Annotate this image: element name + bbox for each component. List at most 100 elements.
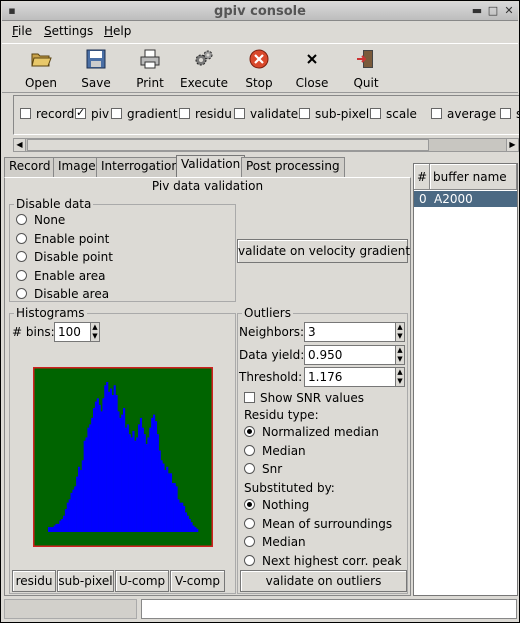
show-snr-label: Show SNR values [260, 391, 364, 405]
gradient-checkbox[interactable] [111, 108, 122, 119]
histogram-bar [119, 417, 122, 532]
buffer-col-number[interactable]: # [414, 164, 430, 190]
tab-record[interactable]: Record [4, 157, 56, 177]
open-button[interactable]: Open [14, 46, 68, 90]
scale-checkbox[interactable] [370, 108, 381, 119]
enable-point-radio[interactable]: Enable point [16, 232, 109, 246]
show-snr-checkbox-row[interactable]: Show SNR values [244, 391, 364, 405]
disable-area-radio[interactable]: Disable area [16, 287, 109, 301]
subst-nothing-radio[interactable]: Nothing [244, 498, 309, 512]
quit-button[interactable]: Quit [339, 46, 393, 90]
sub-pixel-checkbox[interactable] [299, 108, 310, 119]
data-yield-input[interactable]: 0.950 ▲ ▼ [304, 345, 405, 365]
scroll-right-arrow-icon[interactable]: ▶ [506, 139, 518, 151]
buffer-col-name[interactable]: buffer name [430, 164, 517, 190]
radio-subst-median-icon[interactable] [244, 536, 255, 547]
radio-nothing-icon[interactable] [244, 499, 255, 510]
menu-help[interactable]: Help [104, 24, 131, 38]
execute-button[interactable]: Execute [177, 46, 231, 90]
radio-enable-point-icon[interactable] [16, 233, 27, 244]
bins-stepper-icon[interactable]: ▲ ▼ [90, 322, 100, 342]
radio-enable-area-icon[interactable] [16, 270, 27, 281]
menu-settings[interactable]: Settings [44, 24, 93, 38]
radio-disable-area-icon[interactable] [16, 288, 27, 299]
histograms-frame: Histograms # bins: 100 ▲ ▼ residu sub-pixe… [9, 306, 236, 594]
option-average[interactable]: average [431, 107, 496, 121]
radio-mean-icon[interactable] [244, 518, 255, 529]
residu-normalized-median-radio[interactable]: Normalized median [244, 425, 379, 439]
neighbors-value: 3 [308, 325, 316, 339]
show-snr-checkbox[interactable] [244, 392, 255, 403]
close-button[interactable]: Close [285, 46, 339, 90]
scrollbar-thumb[interactable] [27, 139, 429, 151]
validate-outliers-button[interactable]: validate on outliers [240, 570, 407, 592]
neighbors-input[interactable]: 3 ▲ ▼ [304, 322, 405, 342]
disable-point-radio[interactable]: Disable point [16, 250, 113, 264]
threshold-stepper-icon[interactable]: ▲ ▼ [395, 367, 405, 387]
print-button[interactable]: Print [123, 46, 177, 90]
option-piv[interactable]: piv [75, 106, 109, 121]
data-yield-stepper-icon[interactable]: ▲ ▼ [395, 345, 405, 365]
histogram-v-comp-button[interactable]: V-comp [170, 570, 225, 592]
su-checkbox[interactable] [500, 108, 511, 119]
histogram-sub-pixel-button[interactable]: sub-pixel [57, 570, 114, 592]
options-scrollbar[interactable]: ◀ ▶ [13, 138, 519, 152]
subst-next-peak-radio[interactable]: Next highest corr. peak [244, 554, 402, 568]
tab-validation[interactable]: Validation [176, 155, 246, 178]
option-gradient[interactable]: gradient [111, 107, 178, 121]
tab-image[interactable]: Image [53, 157, 101, 177]
scroll-left-arrow-icon[interactable]: ◀ [14, 139, 26, 151]
residu-snr-radio[interactable]: Snr [244, 462, 282, 476]
histogram-residu-button[interactable]: residu [12, 570, 56, 592]
histogram-bar [68, 499, 71, 532]
average-label: average [447, 107, 497, 121]
histogram-u-comp-button[interactable]: U-comp [115, 570, 169, 592]
close-window-icon[interactable]: ✕ [502, 4, 516, 18]
histogram-bar [196, 528, 199, 532]
radio-enable-point-label: Enable point [34, 232, 110, 246]
radio-none-icon[interactable] [16, 214, 27, 225]
save-button[interactable]: Save [69, 46, 123, 90]
validate-gradient-button[interactable]: validate on velocity gradient [237, 239, 410, 263]
threshold-label: Threshold: [239, 370, 303, 384]
radio-snr-icon[interactable] [244, 463, 255, 474]
histogram-bar [179, 502, 182, 532]
subst-median-radio[interactable]: Median [244, 535, 306, 549]
record-checkbox[interactable] [20, 108, 31, 119]
buffer-list[interactable]: # buffer name 0 A2000 [413, 163, 518, 596]
title-bar[interactable]: ▪ gpiv console ▬ □ ✕ [2, 2, 518, 21]
option-residu[interactable]: residu [179, 107, 232, 121]
option-record[interactable]: record [20, 107, 74, 121]
threshold-input[interactable]: 1.176 ▲ ▼ [304, 367, 405, 387]
menu-file[interactable]: Fettingsile [12, 24, 32, 38]
tab-post-processing[interactable]: Post processing [241, 157, 345, 177]
option-validate[interactable]: validate [234, 107, 298, 121]
piv-checkbox[interactable] [75, 106, 86, 120]
histogram-bar [143, 434, 146, 532]
radio-disable-point-icon[interactable] [16, 251, 27, 262]
radio-normalized-median-icon[interactable] [244, 426, 255, 437]
enable-area-radio[interactable]: Enable area [16, 269, 105, 283]
residu-checkbox[interactable] [179, 108, 190, 119]
average-checkbox[interactable] [431, 108, 442, 119]
subst-mean-radio[interactable]: Mean of surroundings [244, 517, 392, 531]
neighbors-stepper-icon[interactable]: ▲ ▼ [395, 322, 405, 342]
option-sub-pixel[interactable]: sub-pixel [299, 107, 369, 121]
tab-interrogation[interactable]: Interrogation [96, 157, 184, 177]
minimize-icon[interactable]: ▬ [470, 4, 484, 18]
buffer-row[interactable]: 0 A2000 [414, 191, 517, 207]
sub-pixel-label: sub-pixel [315, 107, 370, 121]
histogram-bar [102, 398, 105, 532]
radio-residu-median-icon[interactable] [244, 445, 255, 456]
histogram-bar [138, 424, 141, 532]
validate-checkbox[interactable] [234, 108, 245, 119]
disable-none-radio[interactable]: None [16, 213, 65, 227]
stop-button[interactable]: Stop [232, 46, 286, 90]
option-su[interactable]: su [500, 107, 520, 121]
maximize-icon[interactable]: □ [486, 4, 500, 18]
residu-median-radio[interactable]: Median [244, 444, 306, 458]
bins-input[interactable]: 100 ▲ ▼ [54, 322, 100, 342]
histogram-bar [53, 525, 56, 532]
radio-next-peak-icon[interactable] [244, 555, 255, 566]
option-scale[interactable]: scale [370, 107, 417, 121]
